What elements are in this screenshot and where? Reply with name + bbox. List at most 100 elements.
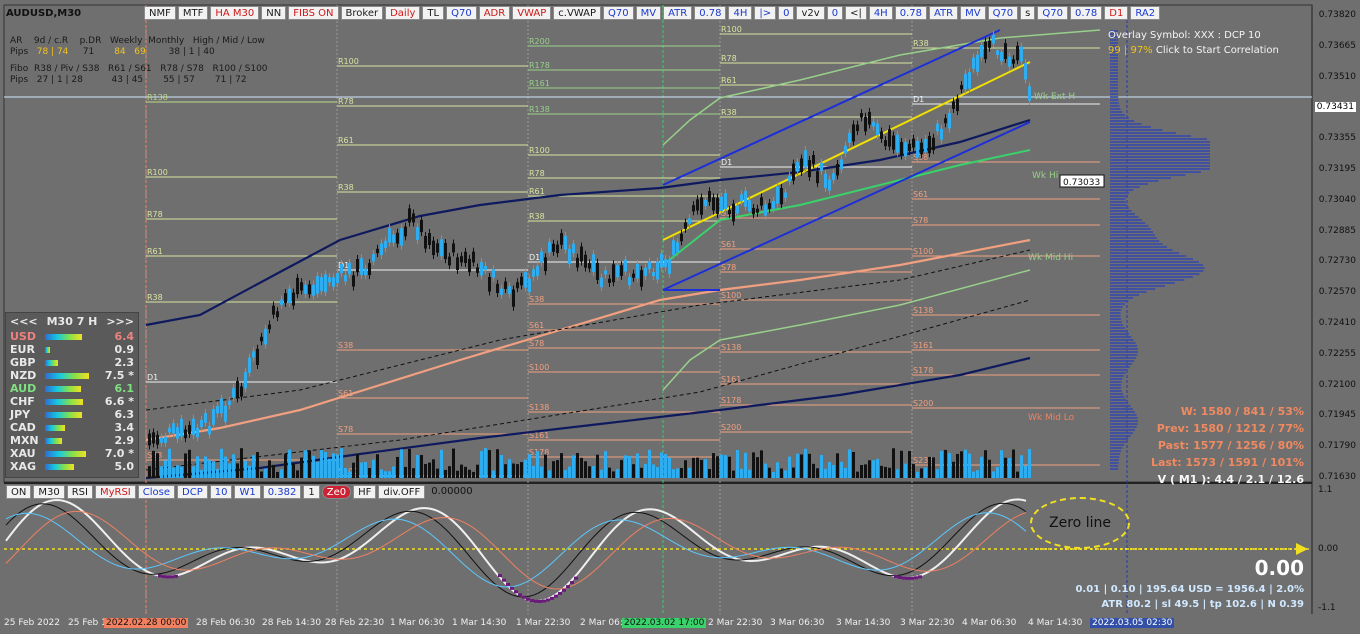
- candle-body: [768, 203, 771, 209]
- toolbar-button-myrsi[interactable]: MyRSI: [94, 485, 136, 499]
- toolbar-button-div-off[interactable]: div.OFF: [378, 485, 426, 499]
- toolbar-button-10[interactable]: 10: [209, 485, 233, 499]
- main-chart[interactable]: R138 R100 R78 R61 R38 D1 S38 R100 R78 R61 R38 D1 S38…: [0, 0, 1360, 634]
- overlay-start-link[interactable]: Click to Start Correlation: [1156, 45, 1279, 56]
- toolbar-button-s[interactable]: s: [1020, 6, 1036, 20]
- toolbar-button-nn[interactable]: NN: [261, 6, 287, 20]
- volume-bar: [468, 469, 471, 478]
- toolbar-button-q70[interactable]: Q70: [987, 6, 1019, 20]
- volume-bar: [700, 459, 703, 478]
- volume-profile-bar: [1110, 225, 1149, 227]
- volume-profile-bar: [1110, 216, 1139, 218]
- volume-bar: [608, 467, 611, 478]
- volume-bar: [840, 461, 843, 478]
- volume-profile-bar: [1110, 168, 1210, 170]
- candle-body: [756, 208, 759, 213]
- toolbar-button-mtf[interactable]: MTF: [177, 6, 209, 20]
- toolbar-button-close[interactable]: Close: [137, 485, 176, 499]
- osc-oversold-segment: [498, 574, 502, 578]
- candle-body: [1016, 45, 1019, 61]
- toolbar-button-ra2[interactable]: RA2: [1130, 6, 1161, 20]
- candle-body: [404, 226, 407, 237]
- volume-bar: [652, 464, 655, 478]
- toolbar-button-0-78[interactable]: 0.78: [694, 6, 727, 20]
- date-label: 1 Mar 06:30: [390, 618, 445, 628]
- osc-axis-label: 0.00: [1318, 544, 1338, 554]
- toolbar-button-nmf[interactable]: NMF: [144, 6, 176, 20]
- toolbar-button-ha-m30[interactable]: HA M30: [210, 6, 260, 20]
- candle-body: [380, 243, 383, 256]
- candle-body: [892, 135, 895, 150]
- overlay-info[interactable]: Overlay Symbol: XXX : DCP 10 99 | 97% Cl…: [1108, 28, 1279, 58]
- volume-bar: [1008, 458, 1011, 478]
- toolbar-button-q70[interactable]: Q70: [1037, 6, 1068, 20]
- toolbar-button-0-78[interactable]: 0.78: [1070, 6, 1103, 20]
- toolbar-button-w1[interactable]: W1: [234, 485, 261, 499]
- volume-bar: [568, 466, 571, 478]
- candle-body: [816, 171, 819, 184]
- toolbar-button--[interactable]: |>: [754, 6, 777, 20]
- toolbar-button-4h[interactable]: 4H: [868, 6, 893, 20]
- osc-oversold-segment: [554, 594, 558, 598]
- toolbar-button-4h[interactable]: 4H: [728, 6, 753, 20]
- toolbar-button--[interactable]: <|: [845, 6, 867, 20]
- candle-body: [716, 197, 719, 214]
- toolbar-button-0[interactable]: 0: [826, 6, 844, 20]
- toolbar-button-mv[interactable]: MV: [960, 6, 986, 20]
- toolbar-button-d1[interactable]: D1: [1104, 6, 1129, 20]
- price-label: 0.73665: [1318, 40, 1356, 51]
- candle-body: [148, 433, 151, 446]
- toolbar-button-1[interactable]: 1: [303, 485, 320, 499]
- strength-value: 6.4: [114, 330, 135, 343]
- volume-profile-bar: [1110, 297, 1134, 299]
- toolbar-button-broker[interactable]: Broker: [340, 6, 384, 20]
- toolbar-button-v2v[interactable]: v2v: [796, 6, 825, 20]
- toolbar-button-atr[interactable]: ATR: [928, 6, 959, 20]
- price-label: 0.72730: [1318, 256, 1356, 267]
- candle-body: [176, 427, 179, 439]
- toolbar-button-rsi[interactable]: RSI: [66, 485, 93, 499]
- volume-bar: [964, 449, 967, 478]
- candle-body: [924, 138, 927, 153]
- toolbar-button-m30[interactable]: M30: [33, 485, 65, 499]
- toolbar-button-daily[interactable]: Daily: [385, 6, 421, 20]
- osc-oversold-segment: [574, 576, 578, 580]
- volume-bar: [728, 456, 731, 478]
- volume-profile-bar: [1110, 108, 1121, 110]
- volume-profile-bar: [1110, 300, 1129, 302]
- strength-next-button[interactable]: >>>: [106, 315, 134, 328]
- toolbar-button-0-382[interactable]: 0.382: [262, 485, 302, 499]
- toolbar-button-vwap[interactable]: VWAP: [512, 6, 552, 20]
- toolbar-button-q70[interactable]: Q70: [603, 6, 634, 20]
- candle-body: [236, 381, 239, 399]
- toolbar-button-adr[interactable]: ADR: [478, 6, 511, 20]
- toolbar-button-mv[interactable]: MV: [635, 6, 662, 20]
- volume-bar: [760, 450, 763, 478]
- strength-row-gbp: GBP 2.3: [10, 356, 134, 369]
- volume-bar: [1012, 449, 1015, 478]
- volume-bar: [388, 471, 391, 478]
- overlay-correlation[interactable]: 99 | 97% Click to Start Correlation: [1108, 43, 1279, 58]
- toolbar-button-q70[interactable]: Q70: [446, 6, 477, 20]
- toolbar-button-fibs-on[interactable]: FIBS ON: [288, 6, 339, 20]
- strength-prev-button[interactable]: <<<: [10, 315, 38, 328]
- toolbar-button-hf[interactable]: HF: [353, 485, 377, 499]
- toolbar-button-0-78[interactable]: 0.78: [894, 6, 927, 20]
- toolbar-button-c-vwap[interactable]: c.VWAP: [553, 6, 601, 20]
- volume-bar: [384, 471, 387, 478]
- toolbar-button-0[interactable]: 0: [778, 6, 795, 20]
- toolbar-button-ze0[interactable]: Ze0: [321, 485, 352, 499]
- toolbar-button-atr[interactable]: ATR: [663, 6, 693, 20]
- ma-salmon: [145, 238, 1031, 442]
- candle-body: [168, 427, 171, 433]
- toolbar-button-tl[interactable]: TL: [422, 6, 445, 20]
- candle-body: [372, 253, 375, 262]
- volume-bar: [844, 467, 847, 478]
- toolbar-button-dcp[interactable]: DCP: [177, 485, 208, 499]
- volume-profile-bar: [1110, 138, 1207, 140]
- toolbar-button-on[interactable]: ON: [6, 485, 32, 499]
- volume-bar: [680, 468, 683, 478]
- volume-profile-bar: [1110, 348, 1138, 350]
- volume-bar: [428, 462, 431, 478]
- candle-body: [160, 437, 163, 443]
